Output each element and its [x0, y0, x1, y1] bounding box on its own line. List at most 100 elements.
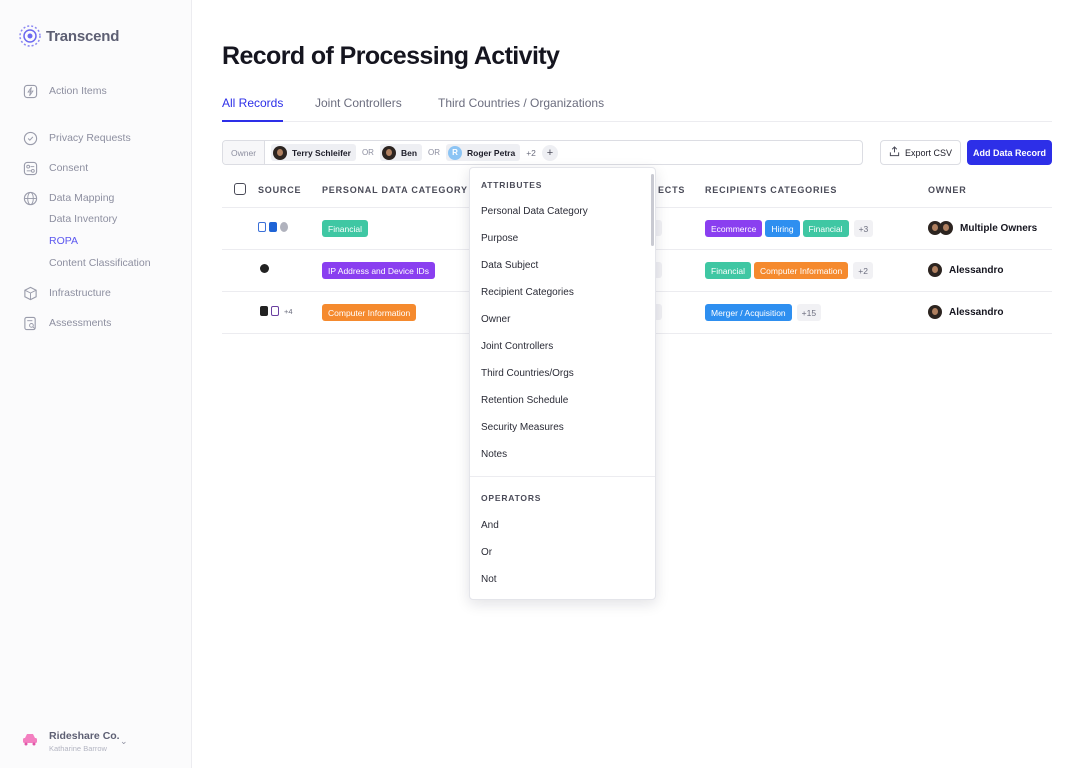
filter-attribute-dropdown[interactable]: ATTRIBUTES Personal Data Category Purpos…	[469, 167, 656, 600]
car-icon	[22, 732, 38, 751]
sources-more-count[interactable]: +4	[284, 307, 293, 316]
globe-icon	[22, 190, 38, 206]
source-app-icon	[260, 264, 269, 273]
owner-name: Alessandro	[949, 306, 1004, 318]
export-icon	[889, 146, 900, 159]
avatar	[939, 221, 953, 235]
sidebar-item-label: Privacy Requests	[49, 132, 131, 144]
source-app-icon	[258, 222, 266, 232]
dropdown-item-recipient-categories[interactable]: Recipient Categories	[481, 287, 574, 298]
dropdown-item-joint-controllers[interactable]: Joint Controllers	[481, 341, 553, 352]
filter-chip-ben[interactable]: Ben	[379, 144, 423, 161]
tab-third-countries[interactable]: Third Countries / Organizations	[438, 96, 604, 118]
sidebar-subitem-content-classification[interactable]: Content Classification	[49, 257, 151, 269]
dropdown-item-notes[interactable]: Notes	[481, 449, 507, 460]
sidebar-item-infrastructure[interactable]: Infrastructure	[22, 285, 111, 301]
source-cell	[260, 264, 269, 273]
page-title: Record of Processing Activity	[222, 42, 560, 70]
dropdown-item-retention-schedule[interactable]: Retention Schedule	[481, 395, 568, 406]
dropdown-item-third-countries[interactable]: Third Countries/Orgs	[481, 368, 574, 379]
tab-bar: All Records Joint Controllers Third Coun…	[222, 96, 1052, 122]
select-all-checkbox[interactable]	[234, 183, 246, 195]
recipient-tag: Hiring	[765, 220, 800, 237]
tab-joint-controllers[interactable]: Joint Controllers	[315, 96, 402, 118]
source-cell	[258, 222, 288, 232]
recipients-cell: Merger / Acquisition +15	[705, 304, 822, 321]
sidebar: Transcend Action Items Privacy Requests …	[0, 0, 192, 768]
column-data-subjects[interactable]: ECTS	[658, 185, 685, 195]
source-cell: +4	[260, 306, 293, 316]
dropdown-divider	[470, 476, 655, 477]
toggle-icon	[22, 160, 38, 176]
sidebar-item-label: Consent	[49, 162, 89, 174]
sidebar-subitem-data-inventory[interactable]: Data Inventory	[49, 213, 117, 225]
filter-chip-roger[interactable]: R Roger Petra	[446, 144, 521, 161]
dropdown-item-security-measures[interactable]: Security Measures	[481, 422, 564, 433]
dropdown-item-not[interactable]: Not	[481, 574, 497, 585]
transcend-logo-icon	[19, 25, 41, 47]
column-recipients-categories[interactable]: RECIPIENTS CATEGORIES	[705, 185, 837, 195]
recipients-cell: Ecommerce Hiring Financial +3	[705, 220, 874, 237]
recipient-tag: Merger / Acquisition	[705, 304, 792, 321]
avatar: R	[448, 145, 463, 160]
tab-all-records[interactable]: All Records	[222, 96, 284, 122]
brand-name: Transcend	[46, 27, 120, 45]
category-tag: Computer Information	[322, 304, 417, 321]
source-app-icon	[260, 306, 268, 316]
dropdown-item-owner[interactable]: Owner	[481, 314, 510, 325]
sidebar-item-consent[interactable]: Consent	[22, 160, 88, 176]
recipients-more-count[interactable]: +3	[853, 220, 874, 237]
column-personal-data-category[interactable]: PERSONAL DATA CATEGORY	[322, 185, 468, 195]
apple-icon	[280, 222, 288, 232]
sidebar-item-assessments[interactable]: Assessments	[22, 315, 111, 331]
dropdown-scrollbar[interactable]	[651, 174, 654, 246]
filter-field-label: Owner	[223, 141, 266, 164]
avatar	[273, 145, 288, 160]
dropdown-item-personal-data-category[interactable]: Personal Data Category	[481, 206, 588, 217]
recipient-tag: Financial	[802, 220, 849, 237]
owner-cell: Alessandro	[928, 263, 1003, 277]
org-switcher[interactable]: Rideshare Co. Katharine Barrow ⌄	[22, 730, 128, 753]
filter-more-count[interactable]: +2	[526, 148, 536, 158]
lightning-icon	[22, 83, 38, 99]
filter-chip-terry[interactable]: Terry Schleifer	[271, 144, 356, 161]
category-cell: IP Address and Device IDs	[322, 262, 435, 279]
org-name: Rideshare Co.	[49, 730, 120, 742]
category-tag: IP Address and Device IDs	[322, 262, 435, 279]
owner-cell: Multiple Owners	[928, 221, 1037, 235]
export-csv-button[interactable]: Export CSV	[880, 140, 961, 165]
brand-logo[interactable]: Transcend	[18, 24, 119, 48]
dropdown-item-or[interactable]: Or	[481, 547, 492, 558]
chat-check-icon	[22, 130, 38, 146]
filter-operator: OR	[361, 148, 374, 157]
filter-bar[interactable]: Owner Terry Schleifer OR Ben OR R Roger …	[222, 140, 863, 165]
sidebar-item-data-mapping[interactable]: Data Mapping	[22, 190, 114, 206]
recipients-more-count[interactable]: +2	[853, 262, 873, 279]
filter-chip-label: Terry Schleifer	[292, 147, 351, 158]
avatar	[928, 263, 942, 277]
dropdown-item-data-subject[interactable]: Data Subject	[481, 260, 538, 271]
sidebar-item-action-items[interactable]: Action Items	[22, 83, 107, 99]
column-owner[interactable]: OWNER	[928, 185, 967, 195]
owner-name: Alessandro	[949, 264, 1004, 276]
clipboard-search-icon	[22, 315, 38, 331]
sidebar-item-label: Action Items	[49, 85, 107, 97]
category-tag: Financial	[322, 220, 369, 237]
add-data-record-button[interactable]: Add Data Record	[967, 140, 1052, 165]
sidebar-item-label: Assessments	[49, 317, 112, 329]
sidebar-item-privacy-requests[interactable]: Privacy Requests	[22, 130, 131, 146]
filter-chip-label: Roger Petra	[467, 147, 516, 158]
dropdown-section-attributes: ATTRIBUTES	[481, 180, 543, 190]
add-filter-button[interactable]: +	[541, 144, 558, 161]
owner-cell: Alessandro	[928, 305, 1003, 319]
owner-name: Multiple Owners	[960, 222, 1038, 234]
column-source[interactable]: SOURCE	[258, 185, 301, 195]
recipients-cell: Financial Computer Information +2	[705, 262, 873, 279]
dropdown-item-and[interactable]: And	[481, 520, 499, 531]
sidebar-subitem-ropa[interactable]: ROPA	[49, 235, 78, 247]
filter-operator: OR	[428, 148, 441, 157]
recipient-tag: Financial	[705, 262, 752, 279]
dropdown-item-purpose[interactable]: Purpose	[481, 233, 518, 244]
chevron-down-icon: ⌄	[120, 736, 128, 746]
recipients-more-count[interactable]: +15	[796, 304, 822, 321]
